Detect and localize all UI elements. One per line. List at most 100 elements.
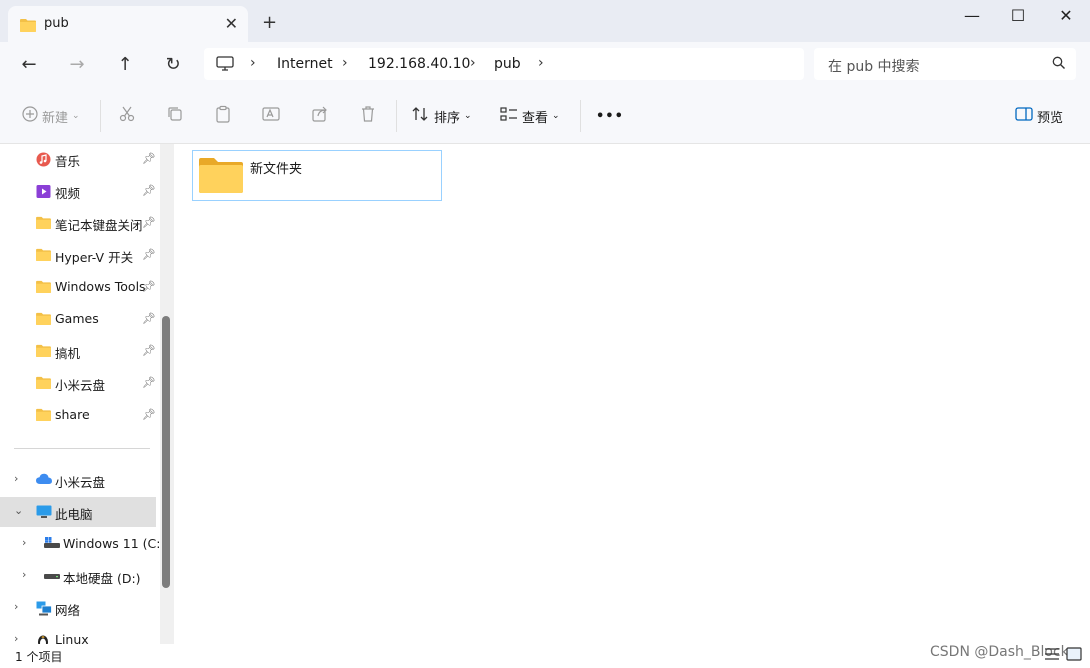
search-box[interactable]: 在 pub 中搜索 (814, 48, 1076, 80)
more-options-button[interactable]: ••• (596, 106, 624, 126)
up-button[interactable]: ↑ (112, 52, 138, 78)
title-bar: pub ✕ + — ☐ ✕ (0, 0, 1090, 42)
drive-c-icon (44, 537, 60, 552)
linux-icon (36, 633, 50, 644)
sidebar-item-folder[interactable]: share 📌︎ (0, 400, 156, 430)
pin-icon: 📌︎ (142, 408, 156, 421)
divider (14, 448, 150, 449)
sidebar-item-music[interactable]: 音乐 📌︎ (0, 144, 156, 174)
sidebar-item-folder[interactable]: Games 📌︎ (0, 304, 156, 334)
chevron-down-icon[interactable]: ⌄ (14, 504, 23, 517)
sidebar-item-label: 小米云盘 (55, 475, 106, 490)
video-icon (36, 184, 51, 202)
maximize-button[interactable]: ☐ (996, 4, 1040, 28)
details-view-icon[interactable] (1044, 647, 1060, 664)
breadcrumb-separator[interactable]: › (538, 55, 544, 71)
copy-button[interactable] (166, 106, 184, 126)
delete-button[interactable] (359, 106, 377, 126)
paste-button[interactable] (214, 105, 232, 126)
tab-title: pub (44, 16, 69, 31)
computer-icon (36, 505, 52, 522)
back-button[interactable]: ← (16, 52, 42, 78)
copy-icon (166, 105, 184, 127)
refresh-button[interactable]: ↻ (160, 52, 186, 78)
sidebar-item-folder[interactable]: 笔记本键盘关闭 📌︎ (0, 208, 156, 238)
tiles-view-icon[interactable] (1066, 647, 1082, 664)
new-tab-button[interactable]: + (262, 12, 277, 33)
divider (396, 100, 397, 132)
search-input[interactable]: 在 pub 中搜索 (828, 56, 920, 76)
music-icon (36, 152, 51, 170)
folder-icon (199, 157, 243, 196)
breadcrumb-ip[interactable]: 192.168.40.10 (368, 56, 470, 72)
sidebar-item-folder[interactable]: Hyper-V 开关 📌︎ (0, 240, 156, 270)
sidebar-item-label: 视频 (55, 186, 81, 201)
sidebar-item-folder[interactable]: 小米云盘 📌︎ (0, 368, 156, 398)
chevron-right-icon[interactable]: › (14, 600, 18, 613)
sidebar-item-label: share (55, 407, 90, 422)
pin-icon: 📌︎ (142, 216, 156, 229)
breadcrumb-separator[interactable]: › (342, 55, 348, 71)
sidebar-item-label: Games (55, 311, 99, 326)
command-bar: 新建 ⌄ 排序 ⌄ 查看 ⌄ ••• 预览 (0, 88, 1090, 144)
chevron-right-icon[interactable]: › (14, 632, 18, 644)
forward-button[interactable]: → (64, 52, 90, 78)
breadcrumb-pub[interactable]: pub (494, 56, 521, 72)
folder-item[interactable]: 新文件夹 (192, 150, 442, 201)
search-icon[interactable] (1052, 56, 1066, 73)
chevron-right-icon[interactable]: › (14, 472, 18, 485)
pin-icon: 📌︎ (142, 344, 156, 357)
view-button[interactable]: 查看 ⌄ (500, 106, 560, 126)
tab-close-button[interactable]: ✕ (225, 14, 238, 33)
sidebar-item-label: Linux (55, 632, 89, 644)
preview-button[interactable]: 预览 (1015, 106, 1063, 126)
file-list-area[interactable] (174, 144, 1090, 644)
trash-icon (359, 105, 377, 127)
sidebar-item-drive-c[interactable]: › Windows 11 (C:) (0, 529, 165, 559)
chevron-down-icon: ⌄ (464, 111, 472, 121)
folder-icon (36, 376, 51, 392)
network-icon (36, 601, 52, 619)
close-window-button[interactable]: ✕ (1044, 4, 1088, 28)
breadcrumb-separator[interactable]: › (470, 55, 476, 71)
chevron-right-icon[interactable]: › (22, 568, 26, 581)
sidebar-item-this-pc[interactable]: ⌄ 此电脑 (0, 497, 156, 527)
pin-icon: 📌︎ (142, 248, 156, 261)
new-button[interactable]: 新建 ⌄ (22, 106, 80, 126)
sidebar-scrollbar-thumb[interactable] (162, 316, 170, 588)
computer-icon (216, 56, 234, 75)
chevron-right-icon[interactable]: › (22, 536, 26, 549)
sidebar-item-label: Windows Tools (55, 279, 146, 294)
breadcrumb-internet[interactable]: Internet (277, 56, 333, 72)
sidebar-item-folder[interactable]: 搞机 📌︎ (0, 336, 156, 366)
sidebar-item-cloud[interactable]: › 小米云盘 (0, 465, 156, 495)
minimize-button[interactable]: — (950, 4, 994, 28)
pin-icon: 📌︎ (142, 376, 156, 389)
address-bar[interactable]: › Internet › 192.168.40.10 › pub › (204, 48, 804, 80)
sidebar-item-label: 搞机 (55, 346, 81, 361)
sort-button[interactable]: 排序 ⌄ (412, 106, 472, 126)
chevron-down-icon: ⌄ (72, 111, 80, 121)
scissors-icon (118, 105, 136, 127)
status-bar: 1 个项目 CSDN @Dash_Block (0, 644, 1090, 668)
sidebar-item-linux[interactable]: › Linux (0, 625, 156, 644)
rename-button[interactable] (262, 106, 280, 126)
cut-button[interactable] (118, 106, 136, 126)
breadcrumb-separator[interactable]: › (250, 55, 256, 71)
sidebar-item-folder[interactable]: Windows Tools 📌︎ (0, 272, 156, 302)
sidebar-item-video[interactable]: 视频 📌︎ (0, 176, 156, 206)
divider (100, 100, 101, 132)
sidebar-item-drive-d[interactable]: › 本地硬盘 (D:) (0, 561, 156, 591)
sidebar-item-label: 此电脑 (55, 507, 93, 522)
tab-pub[interactable]: pub ✕ (8, 6, 248, 42)
pin-icon: 📌︎ (142, 152, 156, 165)
sidebar-item-network[interactable]: › 网络 (0, 593, 156, 623)
sidebar-item-label: 音乐 (55, 154, 81, 169)
navigation-pane: 音乐 📌︎ 视频 📌︎ 笔记本键盘关闭 📌︎ Hyper-V 开关 📌︎ Win… (0, 144, 174, 644)
rename-icon (262, 105, 280, 127)
folder-icon (36, 408, 51, 424)
folder-icon (20, 18, 36, 35)
share-button[interactable] (311, 106, 329, 126)
sidebar-item-label: 小米云盘 (55, 378, 106, 393)
add-icon (22, 106, 38, 126)
